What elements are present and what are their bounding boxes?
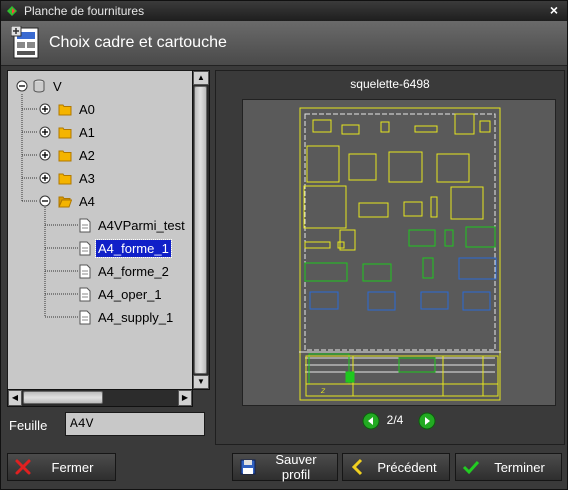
expand-icon[interactable]: [39, 126, 51, 138]
tree-file-label: A4_supply_1: [98, 309, 174, 325]
tree-file-node[interactable]: A4_forme_2: [78, 261, 171, 281]
collapse-icon[interactable]: [16, 80, 28, 92]
document-icon: [79, 218, 91, 232]
tree-root-label: V: [53, 78, 62, 94]
document-icon: [79, 241, 91, 255]
red-x-icon: [15, 459, 31, 475]
sheet-label: Feuille: [9, 418, 48, 433]
tree-folder-node[interactable]: A3: [39, 168, 97, 188]
tree-folder-label: A4: [79, 193, 95, 209]
folder-open-icon: [58, 196, 72, 207]
scroll-thumb[interactable]: [194, 86, 207, 374]
tree-folder-label: A3: [79, 170, 95, 186]
tree-root-node[interactable]: V: [16, 76, 64, 96]
page-navigator: 2/4: [216, 410, 564, 432]
tree-file-node[interactable]: A4_supply_1: [78, 307, 175, 327]
layout-thumbnail: Z: [299, 107, 501, 401]
chevron-left-icon: [351, 458, 363, 476]
preview-canvas: Z: [242, 99, 556, 406]
previous-button[interactable]: Précédent: [342, 453, 450, 481]
profile-tree[interactable]: V A0 A1 A2 A3 A4 A4VParmi_test A4_forme_…: [7, 70, 193, 390]
preview-title: squelette-6498: [350, 77, 430, 91]
tree-folder-node[interactable]: A2: [39, 145, 97, 165]
dialog-window: Planche de fournitures × Choix cadre et …: [0, 0, 568, 490]
header-banner: Choix cadre et cartouche: [1, 21, 567, 66]
save-profile-button[interactable]: Sauver profil: [232, 452, 338, 482]
tree-file-label: A4_forme_1: [95, 238, 172, 258]
collapse-icon[interactable]: [39, 195, 51, 207]
tree-file-node-selected[interactable]: A4_forme_1: [78, 238, 172, 258]
tree-folder-node[interactable]: A4: [39, 191, 97, 211]
finish-button[interactable]: Terminer: [455, 453, 562, 481]
window-title: Planche de fournitures: [24, 4, 145, 18]
tree-folder-node[interactable]: A1: [39, 122, 97, 142]
tree-folder-node[interactable]: A0: [39, 99, 97, 119]
folder-icon: [58, 150, 72, 161]
document-icon: [79, 310, 91, 324]
document-icon: [79, 264, 91, 278]
tree-file-label: A4VParmi_test: [98, 217, 185, 233]
tree-file-node[interactable]: A4VParmi_test: [78, 215, 187, 235]
page-indicator: 2/4: [386, 413, 404, 427]
tree-folder-label: A0: [79, 101, 95, 117]
finish-button-label: Terminer: [494, 459, 545, 475]
tree-vertical-scrollbar[interactable]: ▲ ▼: [192, 70, 210, 390]
scroll-up-arrow-icon[interactable]: ▲: [193, 71, 209, 85]
tree-file-label: A4_oper_1: [98, 286, 162, 302]
app-icon: [7, 6, 17, 16]
svg-text:Z: Z: [320, 388, 326, 395]
scroll-thumb[interactable]: [23, 391, 103, 404]
expand-icon[interactable]: [39, 149, 51, 161]
previous-button-label: Précédent: [377, 459, 437, 475]
next-page-icon[interactable]: [418, 412, 436, 430]
close-button[interactable]: Fermer: [7, 453, 116, 481]
page-title: Choix cadre et cartouche: [49, 34, 227, 51]
folder-icon: [58, 104, 72, 115]
close-button-label: Fermer: [51, 459, 94, 475]
check-icon: [462, 460, 480, 475]
floppy-disk-icon: [240, 459, 256, 475]
title-block-icon: [11, 26, 39, 59]
tree-file-label: A4_forme_2: [98, 263, 169, 279]
database-icon: [33, 79, 45, 93]
scroll-left-arrow-icon[interactable]: ◀: [8, 390, 22, 406]
tree-horizontal-scrollbar[interactable]: ◀ ▶: [7, 389, 193, 407]
tree-folder-label: A1: [79, 124, 95, 140]
previous-page-icon[interactable]: [362, 412, 380, 430]
sheet-field[interactable]: A4V: [65, 412, 205, 436]
save-profile-button-label: Sauver profil: [275, 452, 317, 482]
document-icon: [79, 287, 91, 301]
scroll-down-arrow-icon[interactable]: ▼: [193, 375, 209, 389]
close-icon[interactable]: ×: [547, 3, 561, 17]
tree-folder-label: A2: [79, 147, 95, 163]
folder-icon: [58, 173, 72, 184]
preview-panel: squelette-6498 Z 2/4: [215, 70, 565, 445]
scroll-right-arrow-icon[interactable]: ▶: [178, 390, 192, 406]
expand-icon[interactable]: [39, 172, 51, 184]
expand-icon[interactable]: [39, 103, 51, 115]
tree-file-node[interactable]: A4_oper_1: [78, 284, 164, 304]
title-bar[interactable]: Planche de fournitures ×: [1, 1, 567, 21]
folder-icon: [58, 127, 72, 138]
